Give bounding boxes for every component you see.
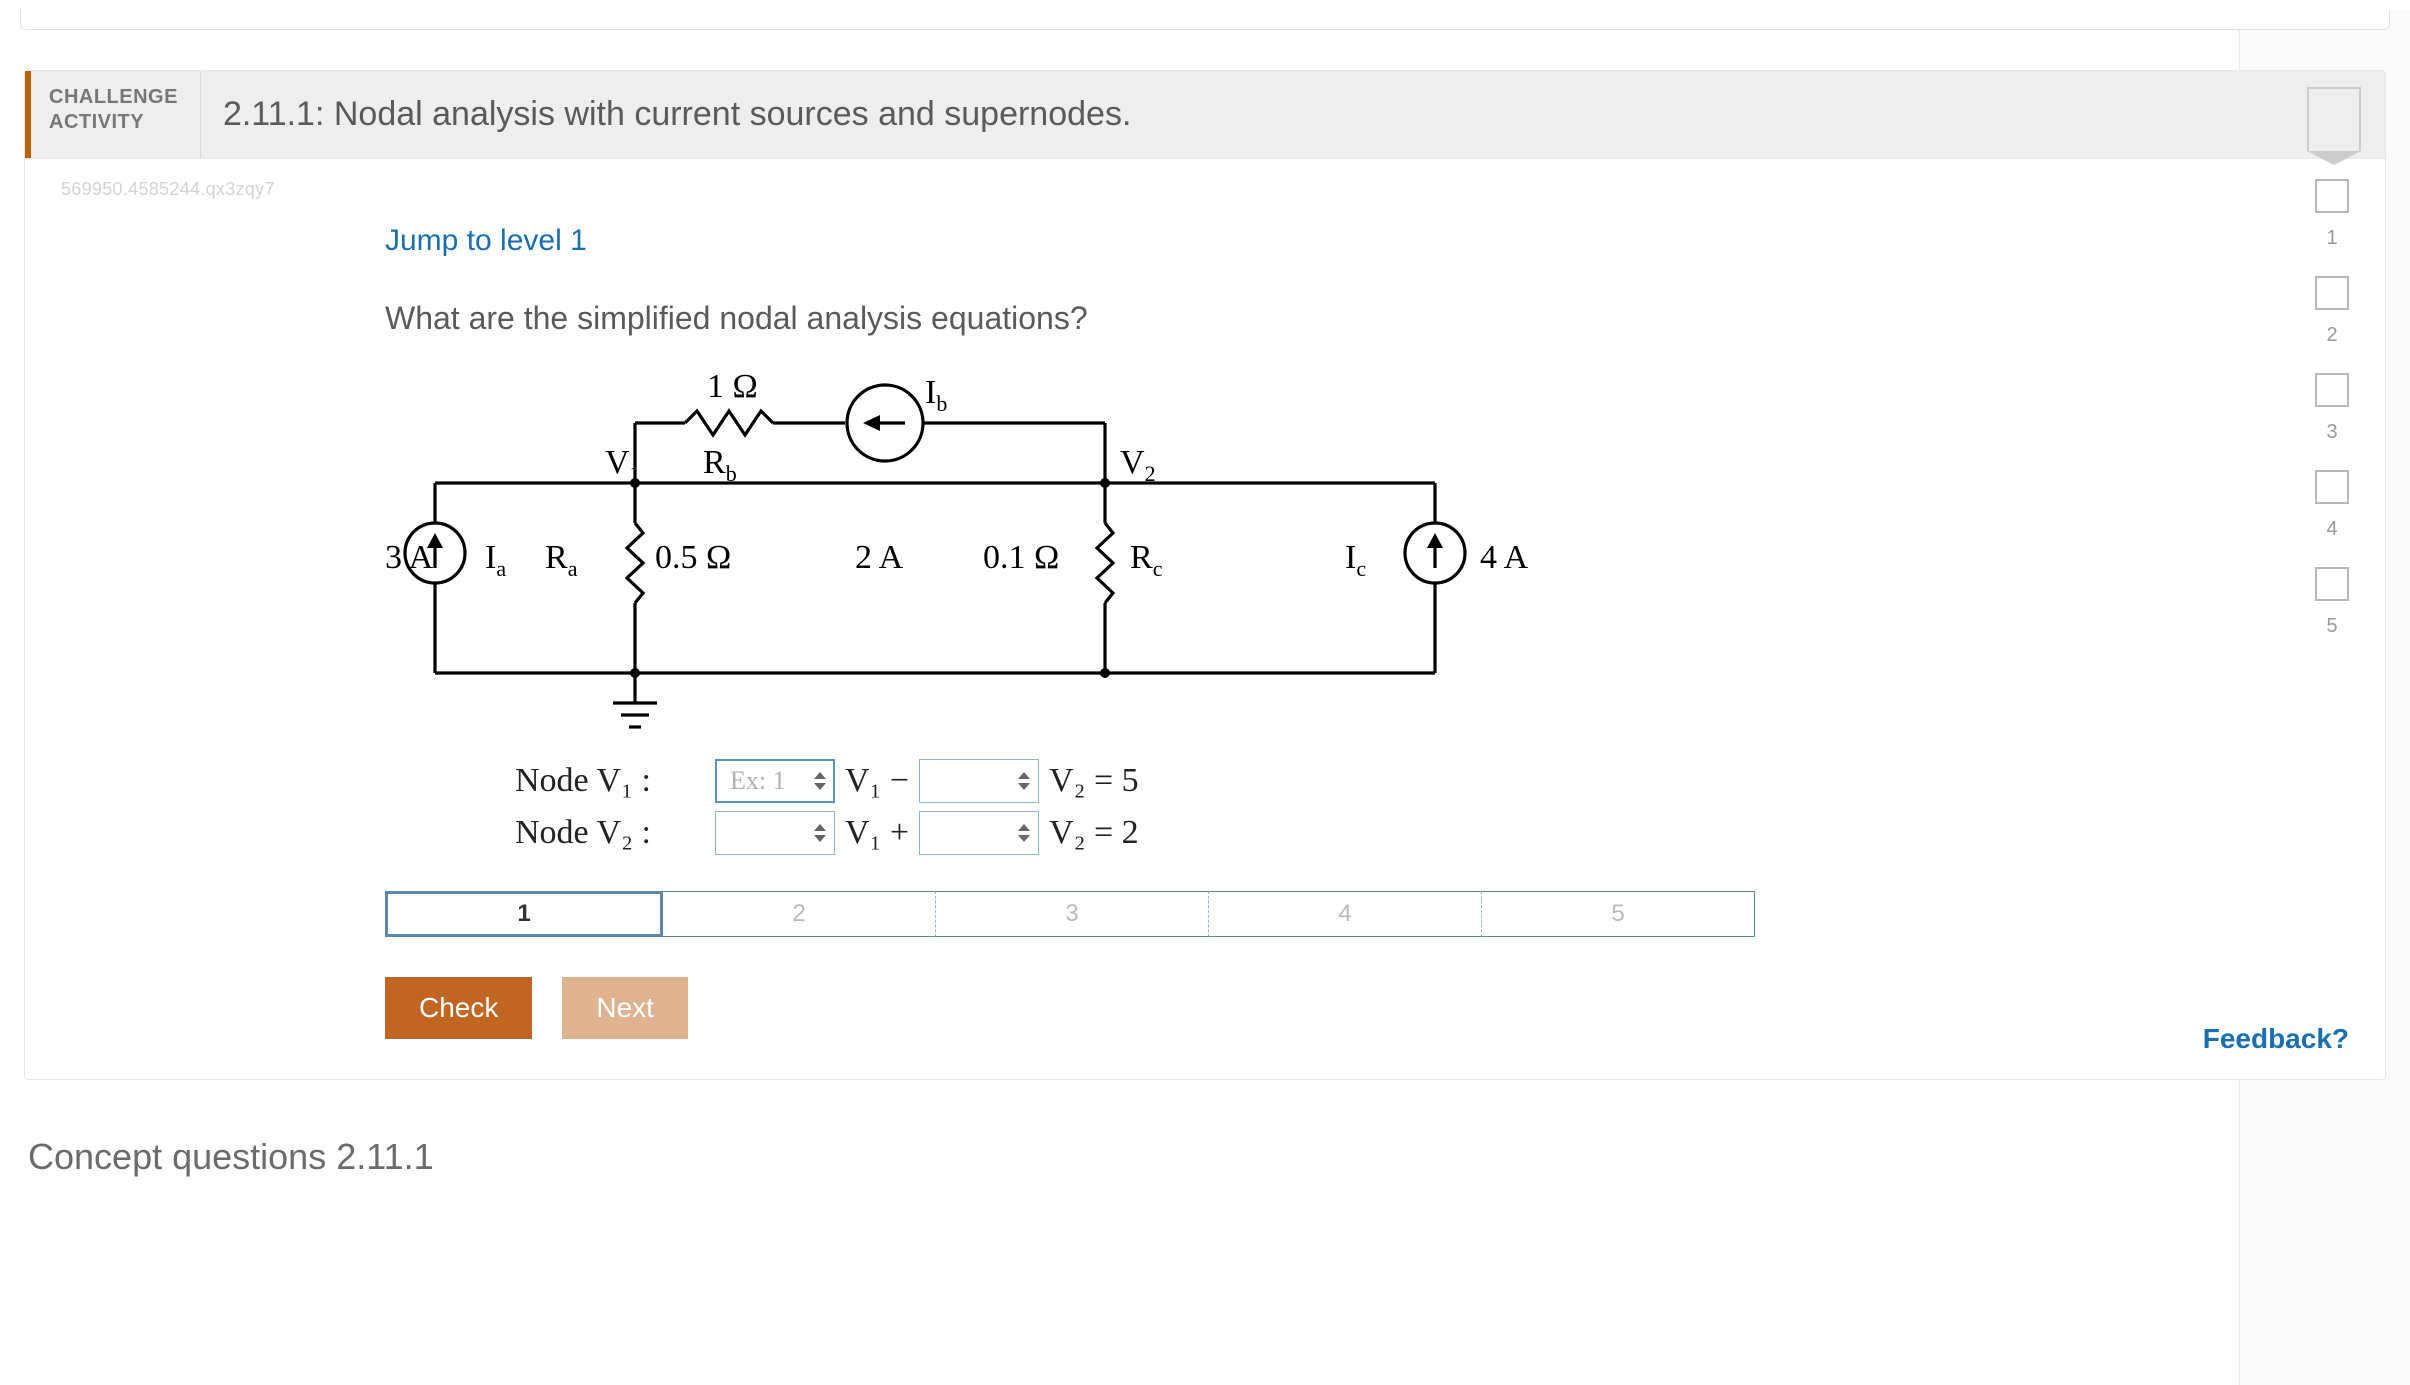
- level-number: 3: [2326, 421, 2337, 444]
- coefficient-input-v1a[interactable]: Ex: 1: [715, 759, 835, 803]
- level-box-icon: [2315, 179, 2349, 213]
- step-strip: 1 2 3 4 5: [385, 891, 1755, 937]
- concept-questions-title: Concept questions 2.11.1: [28, 1136, 2382, 1178]
- eq-text: V₂ = 5: [1049, 762, 1139, 800]
- stepper-icon[interactable]: [1016, 764, 1032, 798]
- label-rc: Rc: [1130, 539, 1163, 581]
- equation-block: Node V₁ : Ex: 1 V₁ − V₂ = 5 Node V₂ :: [515, 759, 2135, 855]
- activity-hash: 569950.4585244.qx3zqy7: [55, 179, 2355, 200]
- level-box-icon: [2315, 373, 2349, 407]
- step-label: 5: [1611, 900, 1624, 928]
- label-ra: Ra: [545, 539, 578, 581]
- top-card-edge: [20, 10, 2390, 30]
- eq-label: Node V₂ :: [515, 814, 705, 852]
- coefficient-input-v2b[interactable]: [919, 811, 1039, 855]
- level-box-icon: [2315, 567, 2349, 601]
- challenge-card: CHALLENGE ACTIVITY 2.11.1: Nodal analysi…: [24, 70, 2386, 1080]
- circuit-svg: .wire { stroke:#000; stroke-width:3.2; f…: [385, 373, 1545, 733]
- step-label: 3: [1065, 900, 1078, 928]
- question-prompt: What are the simplified nodal analysis e…: [385, 300, 2135, 337]
- coefficient-input-v1b[interactable]: [919, 759, 1039, 803]
- content-area: Jump to level 1 What are the simplified …: [385, 200, 2135, 1039]
- label-ia: Ia: [485, 539, 506, 581]
- stepper-icon[interactable]: [812, 764, 828, 798]
- level-box-icon: [2315, 470, 2349, 504]
- step-item[interactable]: 3: [936, 891, 1209, 937]
- label-r-top: 1 Ω: [707, 373, 758, 405]
- input-placeholder: Ex: 1: [730, 766, 786, 796]
- step-item[interactable]: 5: [1482, 891, 1755, 937]
- level-indicator-column: 1 2 3 4 5: [2315, 179, 2349, 638]
- step-label: 1: [517, 900, 530, 928]
- level-indicator[interactable]: 3: [2315, 373, 2349, 444]
- level-indicator[interactable]: 4: [2315, 470, 2349, 541]
- jump-to-level-link[interactable]: Jump to level 1: [385, 200, 2135, 284]
- label-src-left: 3 A: [385, 539, 434, 576]
- coefficient-input-v2a[interactable]: [715, 811, 835, 855]
- button-row: Check Next: [385, 977, 2135, 1039]
- label-mid-src: 2 A: [855, 539, 904, 576]
- eq-text: V₁ −: [845, 762, 909, 800]
- next-button[interactable]: Next: [562, 977, 688, 1039]
- equation-row-v2: Node V₂ : V₁ + V₂ = 2: [515, 811, 2135, 855]
- eq-label: Node V₁ :: [515, 762, 705, 800]
- label-rc-val: 0.1 Ω: [983, 539, 1059, 576]
- level-indicator[interactable]: 5: [2315, 567, 2349, 638]
- level-number: 4: [2326, 518, 2337, 541]
- eq-text: V₁ +: [845, 814, 909, 852]
- circuit-diagram: .wire { stroke:#000; stroke-width:3.2; f…: [385, 373, 2135, 733]
- step-label: 4: [1338, 900, 1351, 928]
- bookmark-icon[interactable]: [2307, 87, 2361, 151]
- level-indicator[interactable]: 2: [2315, 276, 2349, 347]
- challenge-tag: CHALLENGE ACTIVITY: [31, 71, 201, 158]
- label-ra-val: 0.5 Ω: [655, 539, 731, 576]
- level-number: 5: [2326, 615, 2337, 638]
- step-item[interactable]: 4: [1209, 891, 1482, 937]
- step-item[interactable]: 1: [385, 891, 663, 937]
- card-body: 569950.4585244.qx3zqy7 1 2 3 4 5 Jump to…: [25, 159, 2385, 1079]
- eq-text: V₂ = 2: [1049, 814, 1139, 852]
- step-label: 2: [792, 900, 805, 928]
- label-src-right: 4 A: [1480, 539, 1529, 576]
- level-indicator[interactable]: 1: [2315, 179, 2349, 250]
- equation-row-v1: Node V₁ : Ex: 1 V₁ − V₂ = 5: [515, 759, 2135, 803]
- check-button[interactable]: Check: [385, 977, 532, 1039]
- label-rb: Rb: [703, 444, 737, 486]
- level-box-icon: [2315, 276, 2349, 310]
- label-ic: Ic: [1345, 539, 1366, 581]
- feedback-link[interactable]: Feedback?: [2203, 1023, 2349, 1055]
- stepper-icon[interactable]: [812, 816, 828, 850]
- card-header: CHALLENGE ACTIVITY 2.11.1: Nodal analysi…: [25, 71, 2385, 159]
- level-number: 1: [2326, 227, 2337, 250]
- level-number: 2: [2326, 324, 2337, 347]
- challenge-tag-line1: CHALLENGE: [49, 85, 178, 110]
- label-ib: Ib: [925, 374, 947, 416]
- stepper-icon[interactable]: [1016, 816, 1032, 850]
- challenge-tag-line2: ACTIVITY: [49, 110, 178, 135]
- activity-title: 2.11.1: Nodal analysis with current sour…: [201, 71, 2307, 158]
- label-v2: V2: [1120, 444, 1156, 486]
- step-item[interactable]: 2: [663, 891, 936, 937]
